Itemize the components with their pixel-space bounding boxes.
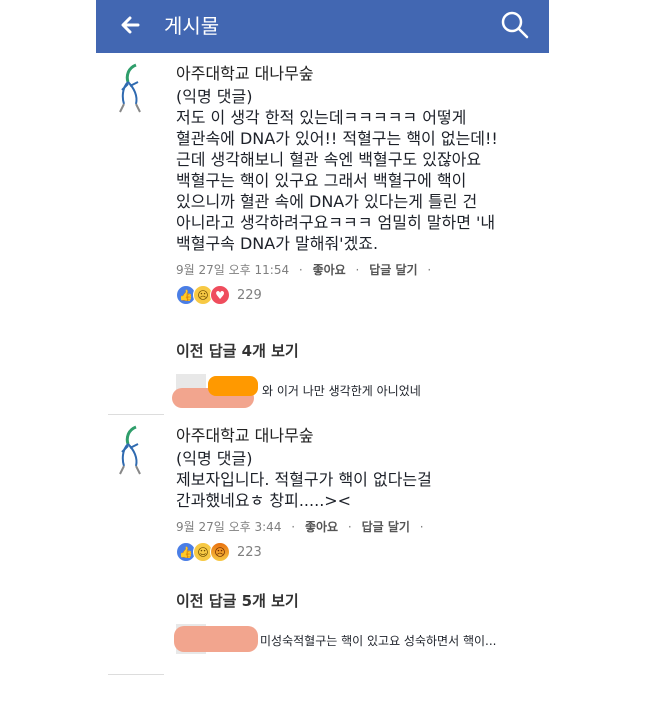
avatar[interactable]	[108, 424, 156, 476]
search-button[interactable]	[499, 9, 531, 41]
reply-item: 미성숙적혈구는 핵이 있고요 성숙하면서 핵이...	[174, 624, 546, 654]
reaction-summary[interactable]: 👍 ☺ ☹ 223	[176, 541, 548, 563]
reaction-count: 229	[237, 287, 262, 303]
separator-dot: ·	[427, 263, 432, 277]
angry-reaction-icon: ☹	[210, 542, 230, 562]
comment-text-line: 아니라고 생각하려구요ㅋㅋㅋ 엄밀히 말하면 '내	[176, 213, 496, 232]
reply-button[interactable]: 답글 달기	[369, 263, 417, 277]
timestamp: 9월 27일 오후 3:44	[176, 520, 282, 534]
comment-text-line: 혈관속에 DNA가 있어!! 적혈구는 핵이 없는데!!	[176, 129, 498, 148]
comment-text-line: 백혈구는 핵이 있구요 그래서 백혈구에 핵이	[176, 171, 467, 190]
separator-dot: ·	[298, 263, 303, 277]
like-button[interactable]: 좋아요	[313, 263, 346, 277]
back-arrow-icon	[121, 16, 140, 34]
bamboo-logo-icon	[119, 425, 141, 475]
divider	[108, 674, 164, 675]
comment-text-line: 제보자입니다. 적혈구가 핵이 없다는걸	[176, 470, 432, 489]
timestamp: 9월 27일 오후 11:54	[176, 263, 290, 277]
comment-author[interactable]: 아주대학교 대나무숲	[176, 62, 548, 86]
reply-item: 와 이거 나만 생각한게 아니었네	[172, 374, 546, 408]
redacted-name	[174, 626, 258, 652]
reply-text: 와 이거 나만 생각한게 아니었네	[262, 384, 421, 398]
comment-text-line: (익명 댓글)	[176, 449, 253, 468]
redacted-name-overlay	[208, 376, 258, 396]
comment-meta: 9월 27일 오후 11:54 · 좋아요 · 답글 달기 ·	[176, 262, 548, 278]
comment-text-line: 간과했네요ㅎ 창피.....><	[176, 491, 352, 510]
separator-dot: ·	[355, 263, 360, 277]
reply-button[interactable]: 답글 달기	[362, 520, 410, 534]
comment-text-line: 있으니까 혈관 속에 DNA가 있다는게 틀린 건	[176, 192, 478, 211]
view-previous-replies-link[interactable]: 이전 답글 5개 보기	[176, 590, 299, 611]
reaction-summary[interactable]: 👍 ☹ ♥ 229	[176, 284, 548, 306]
comment-author[interactable]: 아주대학교 대나무숲	[176, 424, 548, 448]
search-icon	[501, 11, 529, 39]
like-button[interactable]: 좋아요	[305, 520, 338, 534]
reaction-count: 223	[237, 544, 262, 560]
bamboo-logo-icon	[119, 63, 141, 113]
comment-meta: 9월 27일 오후 3:44 · 좋아요 · 답글 달기 ·	[176, 519, 548, 535]
comment-text-line: 백혈구속 DNA가 말해줘'겠죠.	[176, 234, 379, 253]
separator-dot: ·	[419, 520, 424, 534]
view-previous-replies-link[interactable]: 이전 답글 4개 보기	[176, 340, 299, 361]
reply-text: 미성숙적혈구는 핵이 있고요 성숙하면서 핵이...	[260, 634, 497, 648]
divider	[108, 414, 164, 415]
comment-text-line: (익명 댓글)	[176, 87, 253, 106]
separator-dot: ·	[347, 520, 352, 534]
back-button[interactable]	[116, 10, 146, 40]
page-title: 게시물	[164, 14, 220, 38]
comment-text-line: 근데 생각해보니 혈관 속엔 백혈구도 있잖아요	[176, 150, 482, 169]
avatar[interactable]	[108, 62, 156, 114]
love-reaction-icon: ♥	[210, 285, 230, 305]
app-header: 게시물	[96, 0, 549, 53]
comment-text-line: 저도 이 생각 한적 있는데ㅋㅋㅋㅋㅋ 어떻게	[176, 108, 467, 127]
separator-dot: ·	[291, 520, 296, 534]
